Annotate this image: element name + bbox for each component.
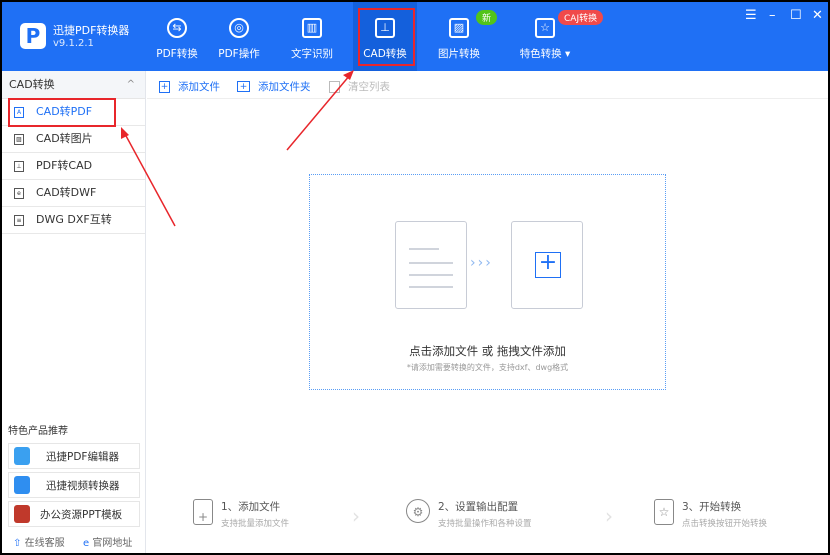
- arrowhead: [121, 127, 129, 139]
- annotation-arrow: [286, 74, 351, 151]
- highlight-box-cad-to-pdf: [8, 98, 116, 127]
- annotation-overlay: [8, 8, 415, 227]
- highlight-box-cad-nav: [358, 8, 415, 66]
- arrowhead: [343, 70, 354, 80]
- annotation-arrow: [124, 133, 176, 227]
